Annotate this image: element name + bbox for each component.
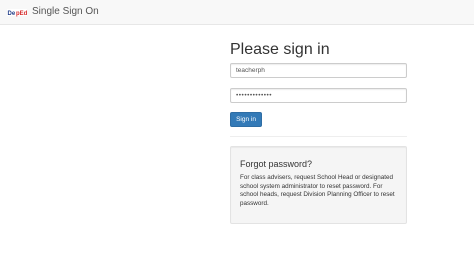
forgot-password-text: For class advisers, request School Head …	[240, 174, 395, 207]
page-title: Please sign in	[230, 41, 330, 58]
deped-logo-icon[interactable]: De pEd	[7, 7, 27, 18]
forgot-password-panel: Forgot password? For class advisers, req…	[230, 146, 407, 224]
brand-title[interactable]: Single Sign On	[32, 5, 99, 19]
forgot-password-title: Forgot password?	[240, 159, 313, 169]
svg-text:pEd: pEd	[16, 11, 27, 17]
password-input[interactable]	[230, 88, 407, 103]
sign-in-button[interactable]: Sign in	[230, 112, 262, 127]
top-navbar: De pEd Single Sign On	[0, 0, 474, 25]
username-input[interactable]	[230, 63, 407, 78]
svg-text:De: De	[8, 11, 16, 17]
divider	[230, 136, 407, 137]
